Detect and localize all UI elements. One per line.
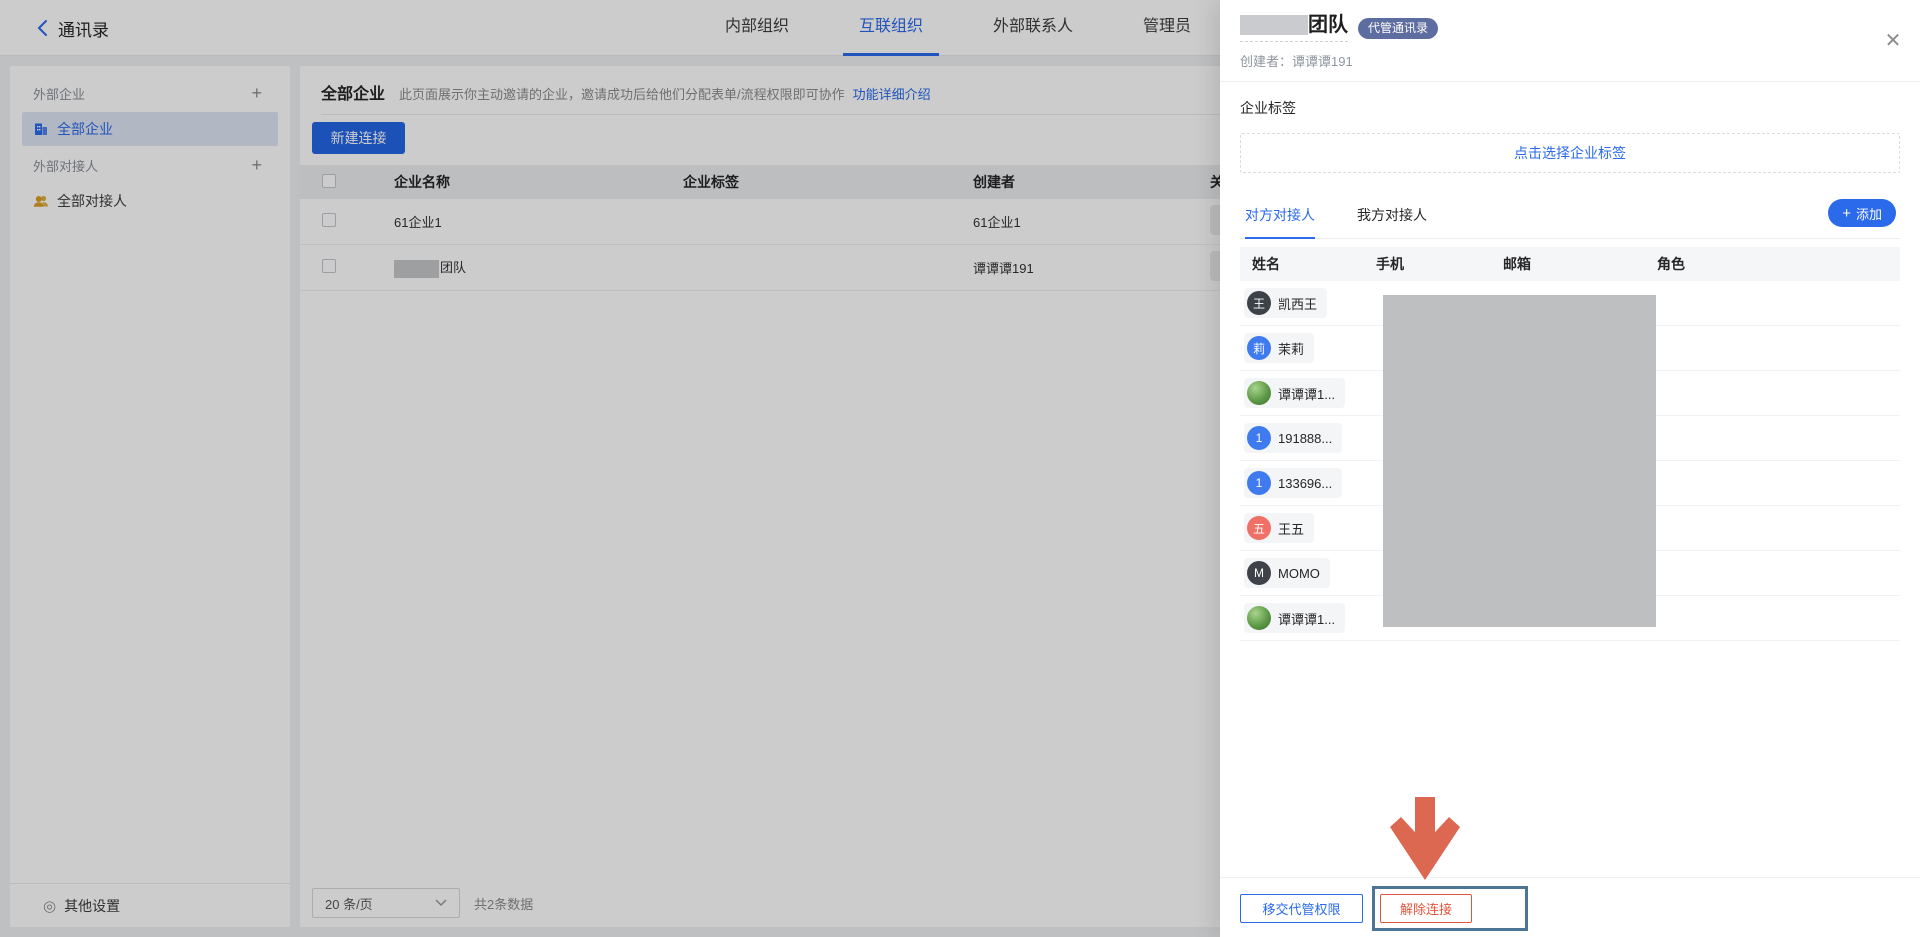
drawer-tab-对方对接人[interactable]: 对方对接人 — [1245, 205, 1315, 239]
contact-name: 谭谭谭1... — [1278, 609, 1335, 628]
page: 通讯录 内部组织互联组织外部联系人管理员 外部企业+全部企业外部对接人+全部对接… — [0, 0, 1920, 937]
avatar: 五 — [1247, 516, 1271, 540]
plus-icon: + — [1842, 205, 1851, 222]
col-name: 姓名 — [1252, 254, 1376, 274]
col-phone: 手机 — [1376, 254, 1503, 274]
contact-chip[interactable]: 谭谭谭1... — [1244, 378, 1345, 408]
close-icon[interactable]: ✕ — [1881, 28, 1905, 52]
transfer-permission-button[interactable]: 移交代管权限 — [1240, 894, 1363, 923]
annotation-arrow-icon — [1390, 797, 1460, 881]
divider — [1220, 81, 1920, 82]
avatar-photo — [1247, 606, 1271, 630]
avatar: 1 — [1247, 471, 1271, 495]
contact-chip[interactable]: 谭谭谭1... — [1244, 603, 1345, 633]
disconnect-button[interactable]: 解除连接 — [1380, 894, 1472, 923]
contact-chip[interactable]: M MOMO — [1244, 558, 1330, 588]
contact-name: 谭谭谭1... — [1278, 384, 1335, 403]
contact-chip[interactable]: 1 191888... — [1244, 423, 1342, 453]
contact-name: 凯西王 — [1278, 294, 1317, 313]
add-contact-button[interactable]: + 添加 — [1828, 199, 1896, 227]
creator-line: 创建者：谭谭谭191 — [1240, 51, 1900, 70]
contact-name: MOMO — [1278, 566, 1320, 581]
censored-blur — [1240, 15, 1308, 35]
add-label: 添加 — [1856, 204, 1882, 223]
contacts-list: 王凯西王莉茉莉谭谭谭1... 1 191888... 1 133696... 五王五 M MO… — [1240, 281, 1900, 641]
avatar: 1 — [1247, 426, 1271, 450]
contact-tabs: 对方对接人 我方对接人 + 添加 — [1240, 205, 1900, 239]
censored-blur — [1383, 295, 1656, 627]
avatar: 王 — [1247, 291, 1271, 315]
contact-name: 茉莉 — [1278, 339, 1304, 358]
contacts-table-header: 姓名 手机 邮箱 角色 — [1240, 247, 1900, 281]
select-tag-box[interactable]: 点击选择企业标签 — [1240, 133, 1900, 173]
avatar-photo — [1247, 381, 1271, 405]
drawer-tab-我方对接人[interactable]: 我方对接人 — [1357, 205, 1427, 238]
col-email: 邮箱 — [1503, 254, 1657, 274]
tag-section-label: 企业标签 — [1240, 98, 1900, 118]
team-detail-drawer: ✕ 团队 代管通讯录 创建者：谭谭谭191 企业标签 点击选择企业标签 对方对接… — [1220, 0, 1920, 937]
contact-name: 王五 — [1278, 519, 1304, 538]
avatar: M — [1247, 561, 1271, 585]
contact-name: 191888... — [1278, 431, 1332, 446]
select-tag-text: 点击选择企业标签 — [1514, 143, 1626, 163]
managed-contacts-badge: 代管通讯录 — [1358, 18, 1438, 39]
avatar: 莉 — [1247, 336, 1271, 360]
contact-chip[interactable]: 1 133696... — [1244, 468, 1342, 498]
contact-chip[interactable]: 莉茉莉 — [1244, 333, 1314, 363]
team-title: 团队 — [1308, 14, 1348, 36]
contact-chip[interactable]: 五王五 — [1244, 513, 1314, 543]
contact-name: 133696... — [1278, 476, 1332, 491]
drawer-title-row: 团队 代管通讯录 — [1240, 14, 1900, 42]
col-role: 角色 — [1657, 254, 1900, 274]
drawer-footer: 移交代管权限 解除连接 — [1220, 877, 1920, 937]
contact-chip[interactable]: 王凯西王 — [1244, 288, 1327, 318]
